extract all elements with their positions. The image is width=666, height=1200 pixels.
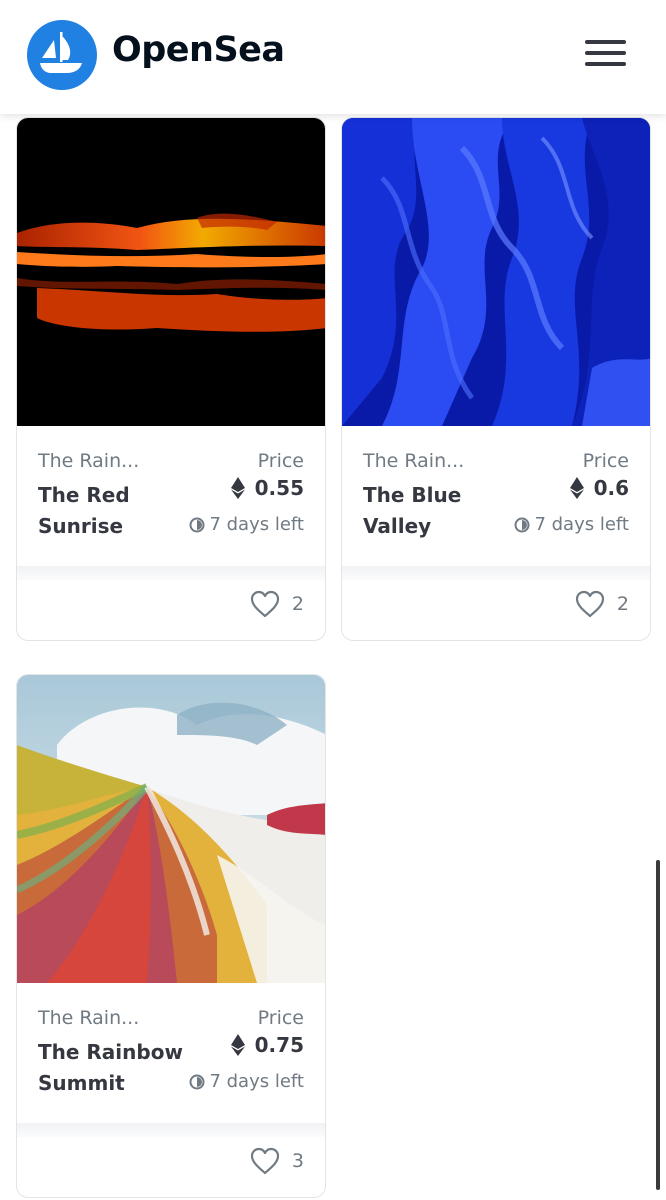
red-sunrise-artwork[interactable] — [17, 118, 325, 426]
price-value: 0.6 — [593, 476, 629, 500]
like-button[interactable]: 2 — [575, 590, 629, 618]
ethereum-icon — [230, 1034, 245, 1056]
price-label: Price — [257, 1007, 304, 1029]
like-count: 2 — [291, 593, 304, 615]
opensea-logo-icon[interactable] — [27, 20, 97, 90]
price-value: 0.55 — [254, 476, 304, 500]
collection-name[interactable]: The Rain... — [363, 450, 464, 472]
top-nav-bar: OpenSea — [0, 0, 666, 114]
blue-valley-artwork[interactable] — [342, 118, 650, 426]
rainbow-summit-artwork[interactable] — [17, 675, 325, 983]
hamburger-menu-icon[interactable] — [580, 36, 630, 76]
timer-icon — [514, 517, 530, 532]
heart-icon[interactable] — [575, 590, 605, 618]
card-footer-divider — [342, 566, 650, 580]
like-count: 2 — [616, 593, 629, 615]
brand-name[interactable]: OpenSea — [112, 30, 285, 70]
like-count: 3 — [291, 1150, 304, 1172]
nft-card-red-sunrise[interactable]: The Rain... The Red Sunrise Price 0.55 7… — [16, 117, 326, 641]
price-value: 0.75 — [254, 1033, 304, 1057]
nft-card-rainbow-summit[interactable]: The Rain... The Rainbow Summit Price 0.7… — [16, 674, 326, 1198]
collection-name[interactable]: The Rain... — [38, 1007, 139, 1029]
timer-icon — [189, 1074, 205, 1089]
time-left: 7 days left — [514, 514, 629, 535]
nft-title[interactable]: The Blue Valley — [363, 480, 513, 542]
price: 0.6 — [569, 476, 629, 500]
time-left: 7 days left — [189, 514, 304, 535]
price-label: Price — [257, 450, 304, 472]
nft-title[interactable]: The Red Sunrise — [38, 480, 188, 542]
heart-icon[interactable] — [250, 1147, 280, 1175]
card-footer-divider — [17, 566, 325, 580]
timer-icon — [189, 517, 205, 532]
time-left-text: 7 days left — [209, 514, 304, 535]
ethereum-icon — [230, 477, 245, 499]
like-button[interactable]: 3 — [250, 1147, 304, 1175]
nft-card-blue-valley[interactable]: The Rain... The Blue Valley Price 0.6 7 … — [341, 117, 651, 641]
price: 0.75 — [230, 1033, 304, 1057]
scrollbar[interactable] — [656, 860, 660, 1190]
time-left: 7 days left — [189, 1071, 304, 1092]
price-label: Price — [582, 450, 629, 472]
ethereum-icon — [569, 477, 584, 499]
like-button[interactable]: 2 — [250, 590, 304, 618]
price: 0.55 — [230, 476, 304, 500]
time-left-text: 7 days left — [209, 1071, 304, 1092]
card-footer-divider — [17, 1123, 325, 1137]
heart-icon[interactable] — [250, 590, 280, 618]
nft-title[interactable]: The Rainbow Summit — [38, 1037, 198, 1099]
collection-name[interactable]: The Rain... — [38, 450, 139, 472]
time-left-text: 7 days left — [534, 514, 629, 535]
